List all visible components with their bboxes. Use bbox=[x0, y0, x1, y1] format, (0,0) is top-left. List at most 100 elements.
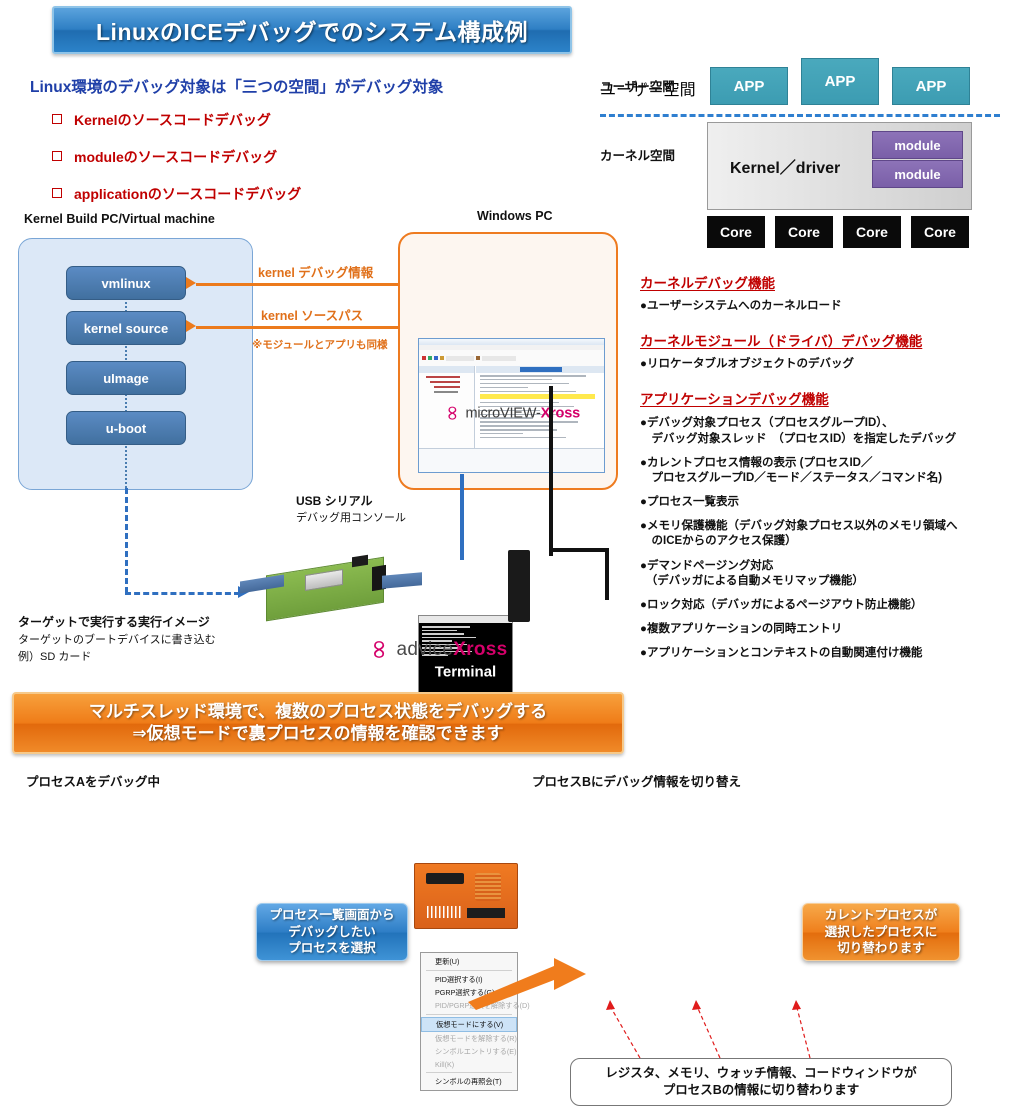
feature-item: ●アプリケーションとコンテキストの自動関連付け機能 bbox=[640, 647, 923, 660]
banner-line-2: ⇒仮想モードで裏プロセスの情報を確認できます bbox=[132, 724, 504, 743]
banner-line-1: マルチスレッド環境で、複数のプロセス状態をデバッグする bbox=[88, 701, 548, 721]
bullet-label: Kernelのソースコードデバッグ bbox=[74, 112, 271, 128]
boot-image-path-v bbox=[125, 488, 128, 593]
page-title-banner: LinuxのICEデバッグでのシステム構成例 bbox=[52, 6, 572, 54]
ice-brand-plate bbox=[467, 908, 505, 918]
square-bullet-icon bbox=[52, 188, 62, 198]
context-menu-item: Kill(K) bbox=[435, 1059, 455, 1069]
arrow-head-debug-info bbox=[186, 277, 196, 289]
list-item: moduleのソースコードデバッグ bbox=[52, 147, 301, 167]
bottom-right-heading: プロセスBにデバッグ情報を切り替え bbox=[532, 775, 742, 789]
brand-text: adviceXross bbox=[396, 638, 508, 660]
transition-arrow bbox=[468, 958, 586, 1010]
callout-select-process: プロセス一覧画面から デバッグしたい プロセスを選択 bbox=[256, 903, 408, 961]
file-box-vmlinux: vmlinux bbox=[66, 266, 186, 300]
callout-text: レジスタ、メモリ、ウォッチ情報、コードウィンドウが プロセスBの情報に切り替わり… bbox=[605, 1065, 917, 1098]
core-label: Core bbox=[924, 224, 956, 240]
callout-windows-switched: レジスタ、メモリ、ウォッチ情報、コードウィンドウが プロセスBの情報に切り替わり… bbox=[570, 1058, 952, 1106]
target-caption-title: ターゲットで実行する実行イメージ bbox=[18, 615, 210, 629]
arrow-note-modules-apps: ※モジュールとアプリも同様 bbox=[252, 339, 388, 351]
features-panel: カーネルデバッグ機能 ●ユーザーシステムへのカーネルロード カーネルモジュール（… bbox=[640, 272, 1024, 661]
feature-item: ●デバッグ対象プロセス（プロセスグループID）、 デバッグ対象スレッド （プロセ… bbox=[640, 417, 957, 445]
core-label: Core bbox=[856, 224, 888, 240]
multithread-banner: マルチスレッド環境で、複数のプロセス状態をデバッグする ⇒仮想モードで裏プロセス… bbox=[12, 692, 624, 754]
feature-item: ●複数アプリケーションの同時エントリ bbox=[640, 623, 843, 636]
cable-jtag-h bbox=[549, 548, 609, 552]
callout-text: プロセス一覧画面から デバッグしたい プロセスを選択 bbox=[269, 907, 395, 956]
kernel-driver-label: Kernel／driver bbox=[730, 160, 841, 177]
boot-image-path-h bbox=[125, 592, 240, 595]
cable-jtag-v2 bbox=[605, 548, 609, 600]
arrow-label-source-path: kernel ソースパス bbox=[261, 309, 364, 323]
menu-separator bbox=[426, 1072, 512, 1073]
menu-separator bbox=[426, 1014, 512, 1015]
cable-usb-serial bbox=[460, 474, 464, 560]
core-label: Core bbox=[720, 224, 752, 240]
feature-heading: カーネルデバッグ機能 bbox=[640, 276, 775, 291]
app-box-1: APP bbox=[710, 67, 788, 105]
ice-rear-panel bbox=[508, 550, 530, 622]
arrow-line-source-path bbox=[196, 326, 400, 329]
bullet-label: applicationのソースコードデバッグ bbox=[74, 186, 302, 202]
ice-display bbox=[426, 873, 464, 884]
app-toolbar bbox=[419, 350, 604, 366]
feature-item: ●ロック対応（デバッガによるページアウト防止機能） bbox=[640, 598, 923, 611]
file-label: vmlinux bbox=[101, 275, 151, 291]
feature-item: ●デマンドページング対応 （デバッガによる自動メモリマップ機能） bbox=[640, 559, 864, 587]
user-space-label-text: ユーザー空間 bbox=[600, 80, 675, 94]
feature-group-kernel: カーネルデバッグ機能 ●ユーザーシステムへのカーネルロード bbox=[640, 272, 1024, 314]
context-menu-item: 仮想モードを解除する(R) bbox=[435, 1033, 517, 1043]
bullet-label: moduleのソースコードデバッグ bbox=[74, 149, 278, 165]
callout-current-process-switched: カレントプロセスが 選択したプロセスに 切り替わります bbox=[802, 903, 960, 961]
space-divider bbox=[600, 114, 1000, 117]
build-pc-heading: Kernel Build PC/Virtual machine bbox=[24, 212, 215, 226]
file-label: kernel source bbox=[83, 320, 169, 336]
file-box-uimage: uImage bbox=[66, 361, 186, 395]
usb-serial-subtitle: デバッグ用コンソール bbox=[296, 512, 406, 524]
kernel-space-label: カーネル空間 bbox=[600, 149, 676, 163]
module-box-1: module bbox=[872, 131, 963, 159]
app-label: APP bbox=[824, 73, 856, 90]
advice-xross-brand: ∞ adviceXross bbox=[364, 636, 508, 663]
microview-xross-screenshot[interactable]: ∞ microVIEW-Xross bbox=[418, 338, 605, 473]
module-label: module bbox=[894, 166, 941, 182]
ice-led-bar bbox=[427, 906, 461, 918]
terminal-titlebar bbox=[419, 616, 512, 623]
terminal-label: Terminal bbox=[434, 663, 497, 681]
arrow-line-debug-info bbox=[196, 283, 400, 286]
core-box-2: Core bbox=[775, 216, 833, 248]
target-caption-line2: ターゲットのブートデバイスに書き込む bbox=[18, 634, 216, 646]
windows-pc-heading: Windows PC bbox=[477, 209, 553, 223]
usb-serial-title: USB シリアル bbox=[296, 494, 373, 508]
square-bullet-icon bbox=[52, 151, 62, 161]
context-menu-item: シンボルエントリする(E) bbox=[435, 1046, 517, 1056]
module-label: module bbox=[894, 137, 941, 153]
core-box-4: Core bbox=[911, 216, 969, 248]
app-box-2: APP bbox=[801, 58, 879, 105]
logo-text: microVIEW-Xross bbox=[465, 405, 581, 422]
feature-item: ●メモリ保護機能（デバッグ対象プロセス以外のメモリ領域へ のICEからのアクセス… bbox=[640, 520, 958, 548]
feature-item: ●プロセス一覧表示 bbox=[640, 496, 739, 509]
slide-root: LinuxのICEデバッグでのシステム構成例 Linux環境のデバッグ対象は「三… bbox=[0, 0, 1024, 1115]
feature-group-application: アプリケーションデバッグ機能 ●デバッグ対象プロセス（プロセスグループID）、 … bbox=[640, 388, 1024, 661]
core-box-3: Core bbox=[843, 216, 901, 248]
page-title: LinuxのICEデバッグでのシステム構成例 bbox=[96, 19, 528, 45]
square-bullet-icon bbox=[52, 114, 62, 124]
app-console-pane bbox=[419, 448, 604, 472]
context-menu-item[interactable]: シンボルの再照会(T) bbox=[421, 1075, 517, 1088]
list-item: Kernelのソースコードデバッグ bbox=[52, 110, 301, 130]
context-menu-item[interactable]: 仮想モードにする(V) bbox=[421, 1017, 517, 1032]
app-box-3: APP bbox=[892, 67, 970, 105]
target-caption-line3: 例）SD カード bbox=[18, 651, 92, 663]
ice-device bbox=[414, 863, 518, 929]
cable-jtag bbox=[549, 386, 553, 556]
module-box-2: module bbox=[872, 160, 963, 188]
list-item: applicationのソースコードデバッグ bbox=[52, 184, 301, 204]
arrow-label-debug-info: kernel デバッグ情報 bbox=[258, 266, 374, 280]
feature-heading: カーネルモジュール（ドライバ）デバッグ機能 bbox=[640, 334, 923, 350]
arrow-head-source-path bbox=[186, 320, 196, 332]
core-label: Core bbox=[788, 224, 820, 240]
ice-vent-icon bbox=[475, 873, 501, 901]
microview-xross-logo: ∞ microVIEW-Xross bbox=[440, 403, 581, 424]
infinity-icon: ∞ bbox=[440, 404, 465, 423]
